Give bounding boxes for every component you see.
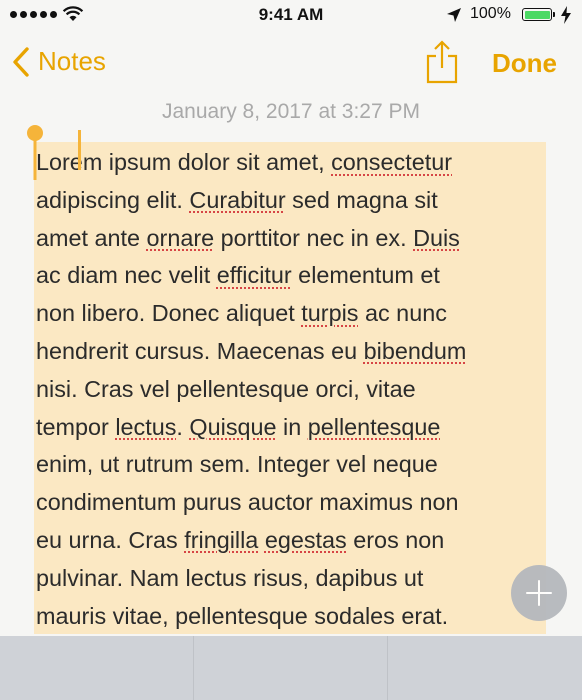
- misspelled-word: Curabitur: [189, 186, 286, 213]
- note-line: enim, ut rutrum sem. Integer vel neque: [36, 446, 544, 484]
- note-line: nisi. Cras vel pellentesque orci, vitae: [36, 371, 544, 409]
- battery-level: [524, 10, 550, 19]
- note-date: January 8, 2017 at 3:27 PM: [162, 100, 420, 123]
- misspelled-word: turpis: [301, 300, 359, 327]
- note-text-segment: enim, ut rutrum sem. Integer vel neque: [36, 451, 438, 478]
- misspelled-word: lectus: [115, 413, 177, 440]
- note-line: Lorem ipsum dolor sit amet, consectetur: [36, 144, 544, 182]
- note-text-selection[interactable]: Lorem ipsum dolor sit amet, consectetur a…: [34, 142, 546, 634]
- note-text-segment: hendrerit cursus. Maecenas eu: [36, 337, 364, 364]
- note-line: eu urna. Cras fringilla egestas eros non: [36, 522, 544, 560]
- note-text-segment: condimentum purus auctor maximus non: [36, 489, 459, 516]
- note-text-segment: in: [276, 413, 308, 440]
- chevron-left-icon: [13, 46, 29, 77]
- misspelled-word: Duis: [413, 224, 460, 251]
- misspelled-word: ornare: [146, 224, 215, 251]
- note-text-segment: pulvinar. Nam lectus risus, dapibus ut: [36, 564, 424, 591]
- note-line: pulvinar. Nam lectus risus, dapibus ut: [36, 560, 544, 598]
- note-text-segment: mauris vitae, pellentesque sodales erat.: [36, 602, 449, 629]
- navigation-bar: Notes Done: [0, 32, 582, 94]
- note-line: ac diam nec velit efficitur elementum et: [36, 257, 544, 295]
- back-button-label: Notes: [38, 46, 106, 76]
- location-arrow-icon: [447, 8, 461, 22]
- note-line: amet ante ornare porttitor nec in ex. Du…: [36, 220, 544, 258]
- note-text-segment: porttitor nec in ex.: [214, 224, 414, 251]
- note-text-segment: eros non: [346, 526, 445, 553]
- note-text-segment: tempor: [36, 413, 116, 440]
- battery-icon: [522, 8, 552, 21]
- note-line: tempor lectus. Quisque in pellentesque: [36, 409, 544, 447]
- note-text[interactable]: Lorem ipsum dolor sit amet, consectetur a…: [36, 144, 544, 635]
- note-line: condimentum purus auctor maximus non: [36, 484, 544, 522]
- note-line: mauris vitae, pellentesque sodales erat.: [36, 598, 544, 636]
- note-text-segment: amet ante: [36, 224, 147, 251]
- keyboard-key[interactable]: [388, 636, 582, 700]
- note-text-segment: adipiscing elit.: [36, 186, 190, 213]
- note-text-segment: .: [176, 413, 190, 440]
- note-text-segment: eu urna. Cras: [36, 526, 185, 553]
- keyboard-area: [0, 636, 582, 700]
- battery-tip: [553, 12, 555, 17]
- share-icon: [426, 40, 458, 84]
- note-text-segment: elementum et: [291, 262, 440, 289]
- note-line: adipiscing elit. Curabitur sed magna sit: [36, 182, 544, 220]
- charging-bolt-icon: [561, 6, 571, 24]
- misspelled-word: Quisque: [189, 413, 277, 440]
- plus-icon[interactable]: [511, 565, 567, 621]
- misspelled-word: consectetur: [331, 149, 453, 175]
- share-button[interactable]: [424, 40, 460, 89]
- misspelled-word: efficitur: [216, 262, 292, 289]
- battery-percentage: 100%: [470, 5, 511, 22]
- note-text-segment: non libero. Donec aliquet: [36, 300, 302, 327]
- note-line: non libero. Donec aliquet turpis ac nunc: [36, 295, 544, 333]
- misspelled-word: bibendum: [363, 337, 467, 364]
- note-text-segment: sed magna sit: [285, 186, 438, 213]
- misspelled-word: egestas: [264, 526, 347, 553]
- note-text-segment: nisi. Cras vel pellentesque orci, vitae: [36, 375, 416, 402]
- done-button[interactable]: Done: [492, 48, 557, 79]
- back-button[interactable]: Notes: [12, 46, 106, 77]
- keyboard-key[interactable]: [194, 636, 388, 700]
- text-cursor: [78, 130, 81, 170]
- note-line: hendrerit cursus. Maecenas eu bibendum: [36, 333, 544, 371]
- keyboard-key[interactable]: [0, 636, 194, 700]
- misspelled-word: pellentesque: [307, 413, 441, 440]
- status-bar: 9:41 AM 100%: [0, 0, 582, 32]
- misspelled-word: fringilla: [184, 526, 259, 553]
- note-text-segment: ac diam nec velit: [36, 262, 217, 289]
- note-text-segment: ac nunc: [358, 300, 447, 327]
- selection-start-handle[interactable]: [26, 124, 44, 180]
